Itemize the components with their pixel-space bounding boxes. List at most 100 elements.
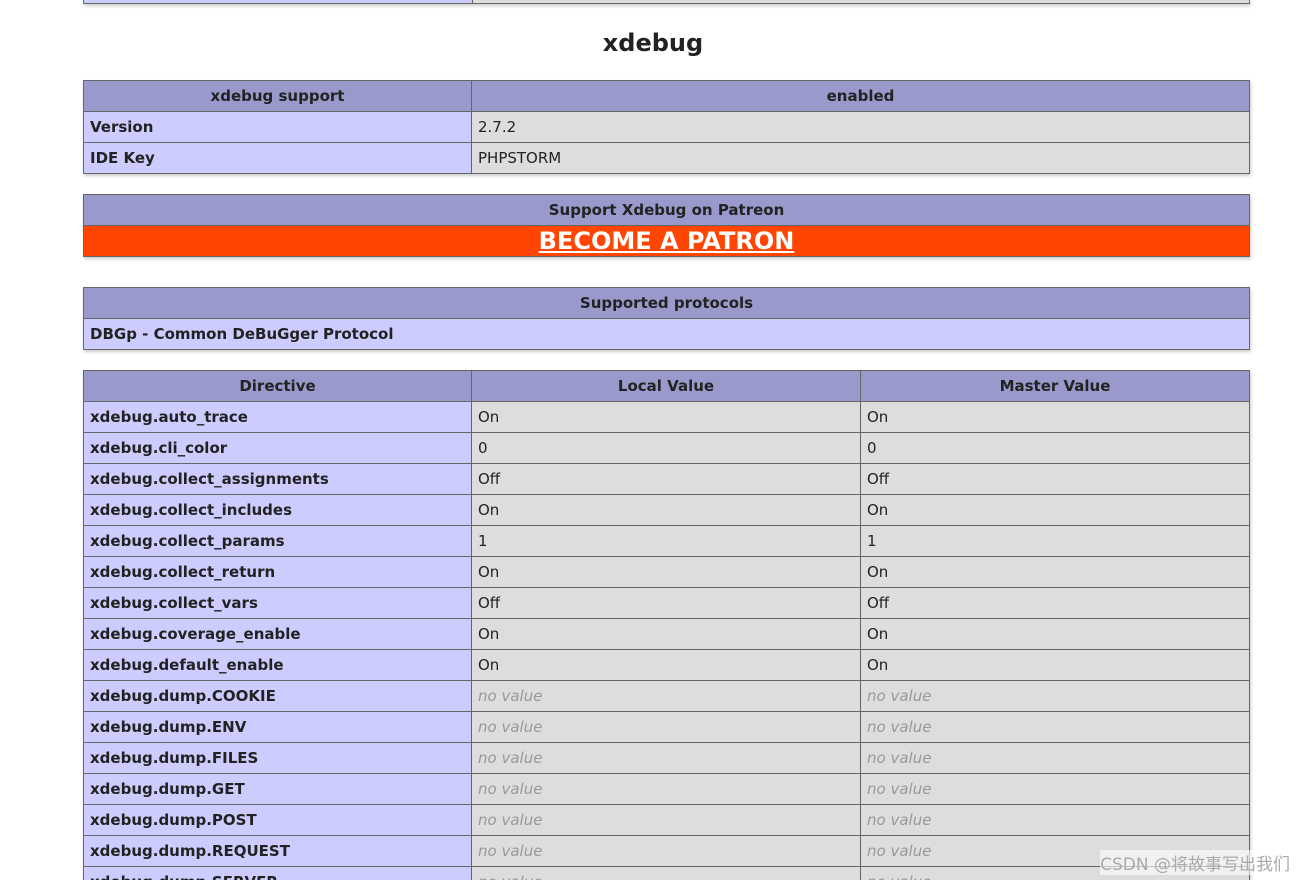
local-value: no value <box>471 835 861 867</box>
previous-table-remnant <box>83 0 1250 4</box>
master-value: 0 <box>860 432 1250 464</box>
directive-name: xdebug.dump.SERVER <box>83 866 472 880</box>
no-value-text: no value <box>867 780 932 798</box>
watermark: CSDN @将故事写出我们 <box>1100 850 1290 875</box>
version-value: 2.7.2 <box>471 111 1250 143</box>
local-value: no value <box>471 804 861 836</box>
no-value-text: no value <box>478 718 543 736</box>
no-value-text: no value <box>478 842 543 860</box>
directive-name: xdebug.dump.POST <box>83 804 472 836</box>
patreon-header: Support Xdebug on Patreon <box>83 194 1250 226</box>
directive-rows: xdebug.auto_trace On On xdebug.cli_color 0 0 x… <box>83 401 1250 880</box>
table-row: xdebug.dump.ENV no value no value <box>83 711 1250 743</box>
become-patron-link[interactable]: BECOME A PATRON <box>539 227 795 255</box>
local-value: On <box>471 401 861 433</box>
protocol-item: DBGp - Common DeBuGger Protocol <box>83 318 1250 350</box>
table-row: xdebug.dump.REQUEST no value no value <box>83 835 1250 867</box>
no-value-text: no value <box>867 873 931 880</box>
local-value: Off <box>471 463 861 495</box>
local-value: no value <box>471 866 861 880</box>
table-row: xdebug.dump.GET no value no value <box>83 773 1250 805</box>
table-row: xdebug.collect_vars Off Off <box>83 587 1250 619</box>
table-row: DBGp - Common DeBuGger Protocol <box>83 318 1250 350</box>
no-value-text: no value <box>867 718 932 736</box>
table-row: xdebug.coverage_enable On On <box>83 618 1250 650</box>
master-value: Off <box>860 587 1250 619</box>
master-value: no value <box>860 773 1250 805</box>
no-value-text: no value <box>867 687 932 705</box>
master-value: On <box>860 649 1250 681</box>
table-header-row: xdebug support enabled <box>83 80 1250 112</box>
no-value-text: no value <box>867 811 932 829</box>
no-value-text: no value <box>478 749 543 767</box>
directives-table: Directive Local Value Master Value xdebu… <box>83 370 1250 880</box>
directive-name: xdebug.collect_includes <box>83 494 472 526</box>
protocols-header: Supported protocols <box>83 287 1250 319</box>
master-value: On <box>860 556 1250 588</box>
local-value: no value <box>471 773 861 805</box>
no-value-text: no value <box>478 687 543 705</box>
master-value: no value <box>860 680 1250 712</box>
directive-name: xdebug.collect_return <box>83 556 472 588</box>
xdebug-support-table: xdebug support enabled Version 2.7.2 IDE… <box>83 80 1250 174</box>
support-header-label: xdebug support <box>83 80 472 112</box>
page-title: xdebug <box>602 29 704 57</box>
directive-name: xdebug.cli_color <box>83 432 472 464</box>
master-value: On <box>860 494 1250 526</box>
table-row: xdebug.collect_assignments Off Off <box>83 463 1250 495</box>
directive-name: xdebug.coverage_enable <box>83 618 472 650</box>
local-value: 0 <box>471 432 861 464</box>
table-row: Version 2.7.2 <box>83 111 1250 143</box>
directive-name: xdebug.collect_assignments <box>83 463 472 495</box>
local-value: no value <box>471 680 861 712</box>
no-value-text: no value <box>867 842 932 860</box>
local-value: On <box>471 556 861 588</box>
table-row: xdebug.dump.FILES no value no value <box>83 742 1250 774</box>
directive-name: xdebug.dump.REQUEST <box>83 835 472 867</box>
directive-name: xdebug.auto_trace <box>83 401 472 433</box>
local-value: On <box>471 649 861 681</box>
version-label: Version <box>83 111 472 143</box>
table-header-row: Supported protocols <box>83 287 1250 319</box>
table-row: xdebug.collect_return On On <box>83 556 1250 588</box>
local-value: 1 <box>471 525 861 557</box>
table-header-row: Directive Local Value Master Value <box>83 370 1250 402</box>
local-value: Off <box>471 587 861 619</box>
table-row: xdebug.auto_trace On On <box>83 401 1250 433</box>
master-value: On <box>860 401 1250 433</box>
protocols-table: Supported protocols DBGp - Common DeBuGg… <box>83 287 1250 350</box>
no-value-text: no value <box>478 811 543 829</box>
master-value: On <box>860 618 1250 650</box>
ide-key-label: IDE Key <box>83 142 472 174</box>
support-header-value: enabled <box>471 80 1250 112</box>
master-value: no value <box>860 742 1250 774</box>
directive-name: xdebug.dump.GET <box>83 773 472 805</box>
directive-name: xdebug.dump.COOKIE <box>83 680 472 712</box>
directive-name: xdebug.dump.ENV <box>83 711 472 743</box>
table-header-row: Support Xdebug on Patreon <box>83 194 1250 226</box>
local-value: On <box>471 618 861 650</box>
table-row: xdebug.default_enable On On <box>83 649 1250 681</box>
table-row: xdebug.collect_params 1 1 <box>83 525 1250 557</box>
local-value: no value <box>471 711 861 743</box>
master-value-column-header: Master Value <box>860 370 1250 402</box>
master-value: Off <box>860 463 1250 495</box>
no-value-text: no value <box>478 780 543 798</box>
ide-key-value: PHPSTORM <box>471 142 1250 174</box>
table-row: xdebug.dump.SERVER no value no value <box>83 866 1250 880</box>
table-row: xdebug.collect_includes On On <box>83 494 1250 526</box>
patreon-table: Support Xdebug on Patreon BECOME A PATRO… <box>83 194 1250 257</box>
patron-cell: BECOME A PATRON <box>83 225 1250 257</box>
patron-row: BECOME A PATRON <box>83 225 1250 257</box>
local-value-column-header: Local Value <box>471 370 861 402</box>
no-value-text: no value <box>867 749 932 767</box>
master-value: 1 <box>860 525 1250 557</box>
master-value: no value <box>860 711 1250 743</box>
local-value: On <box>471 494 861 526</box>
phpinfo-page: xdebug xdebug support enabled Version 2.… <box>0 0 1306 880</box>
directive-name: xdebug.default_enable <box>83 649 472 681</box>
directive-column-header: Directive <box>83 370 472 402</box>
table-row: xdebug.dump.COOKIE no value no value <box>83 680 1250 712</box>
master-value: no value <box>860 804 1250 836</box>
no-value-text: no value <box>478 873 542 880</box>
